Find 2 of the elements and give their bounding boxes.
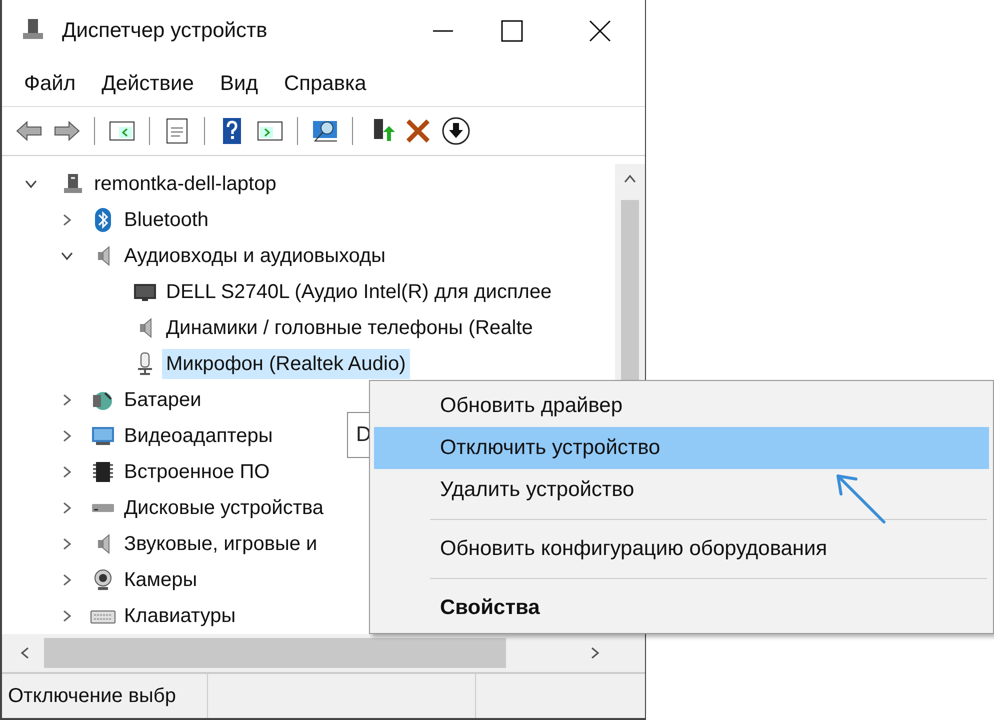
status-text: Отключение выбр	[2, 674, 208, 718]
window-title: Диспетчер устройств	[62, 18, 268, 44]
